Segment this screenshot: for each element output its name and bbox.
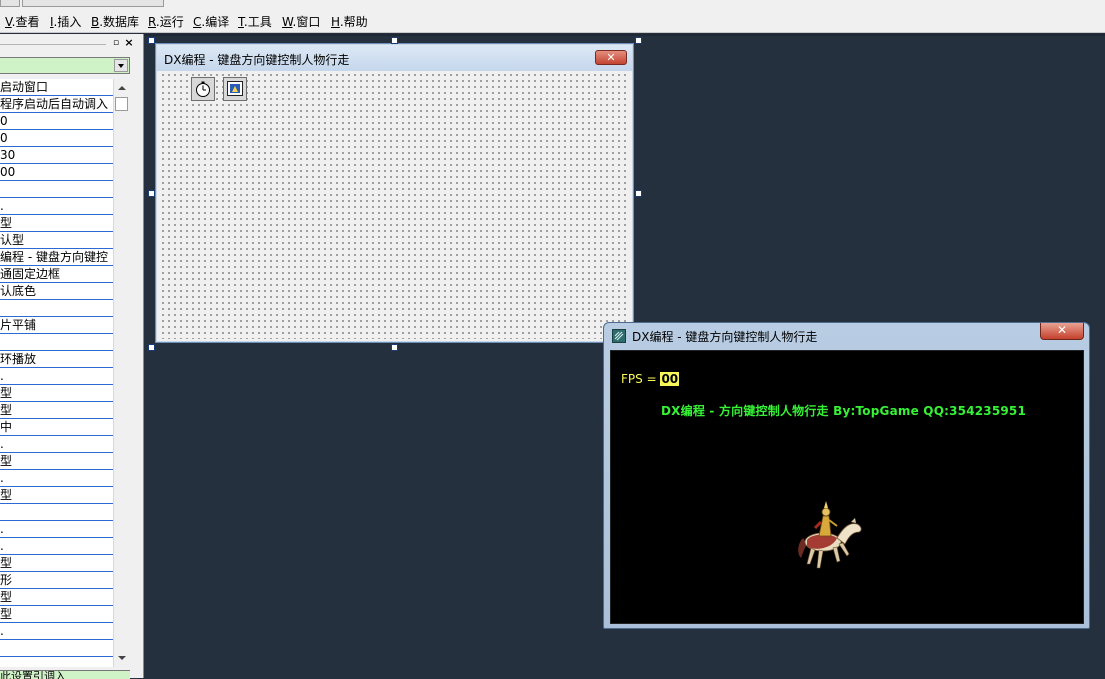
property-row[interactable]: 型 (0, 215, 113, 232)
resize-handle[interactable] (148, 190, 155, 197)
object-selector-combo[interactable] (0, 57, 130, 74)
property-row[interactable] (0, 504, 113, 521)
menu-run-label: .运行 (155, 15, 184, 29)
resize-handle[interactable] (391, 37, 398, 44)
scroll-down-icon[interactable] (116, 651, 128, 665)
fps-counter: FPS = 00 (621, 372, 680, 386)
panel-splitter[interactable] (138, 34, 144, 678)
timer-component-icon[interactable] (191, 77, 215, 101)
dx-window-close-button[interactable]: ✕ (1040, 323, 1084, 340)
property-row[interactable]: 30 (0, 147, 113, 164)
resize-handle[interactable] (148, 37, 155, 44)
property-row[interactable]: 型 (0, 453, 113, 470)
menu-compile[interactable]: C.编译 (193, 13, 229, 30)
property-row[interactable]: . (0, 470, 113, 487)
property-row[interactable]: 环播放 (0, 351, 113, 368)
property-row[interactable]: 启动窗口 (0, 79, 113, 96)
menu-window-accel: W (282, 15, 293, 29)
design-form-titlebar: DX编程 - 键盘方向键控制人物行走 ✕ (157, 45, 632, 71)
resize-handle[interactable] (635, 37, 642, 44)
property-panel: ▫ × 启动窗口 程序启动后自动调入 0 0 30 00. 型认型 编程 - 键盘方向键控 通固… (0, 34, 138, 679)
resize-handle[interactable] (148, 344, 155, 351)
menu-database[interactable]: B.数据库 (91, 13, 139, 30)
close-icon[interactable]: × (124, 37, 134, 48)
property-row[interactable] (0, 640, 113, 657)
menu-view[interactable]: V.查看 (5, 13, 40, 30)
property-row[interactable] (0, 334, 113, 351)
dx-render-canvas[interactable]: FPS = 00 DX编程 - 方向键控制人物行走 By:TopGame QQ:… (610, 350, 1084, 624)
menu-database-accel: B (91, 15, 100, 29)
pin-icon[interactable]: ▫ (111, 38, 121, 48)
resize-handle[interactable] (391, 344, 398, 351)
menu-view-label: .查看 (11, 15, 40, 29)
toolbar-fragment (22, 0, 164, 7)
resize-handle[interactable] (635, 190, 642, 197)
toolbar-fragment (0, 0, 20, 7)
property-panel-header: ▫ × (0, 36, 138, 50)
menu-run[interactable]: R.运行 (148, 13, 184, 30)
property-row[interactable]: 型 (0, 402, 113, 419)
fps-label: FPS = (621, 372, 661, 386)
menu-tools-label: .工具 (243, 15, 272, 29)
toolbar-strip (0, 0, 1105, 8)
property-list[interactable]: 启动窗口 程序启动后自动调入 0 0 30 00. 型认型 编程 - 键盘方向键控 通固定边框认… (0, 79, 113, 667)
dx-window-title: DX编程 - 键盘方向键控制人物行走 (632, 330, 818, 344)
menu-window-label: .窗口 (292, 15, 321, 29)
design-form-close-button[interactable]: ✕ (595, 50, 627, 65)
property-row[interactable]: 型 (0, 385, 113, 402)
menu-insert[interactable]: I.插入 (50, 13, 81, 30)
property-row[interactable]: . (0, 368, 113, 385)
property-row[interactable]: 通固定边框 (0, 266, 113, 283)
property-row[interactable]: 型 (0, 606, 113, 623)
menu-view-accel: V (5, 15, 12, 29)
menu-help-accel: H (331, 15, 340, 29)
menu-bar: V.查看 I.插入 B.数据库 R.运行 C.编译 T.工具 W.窗口 H.帮助 (0, 8, 1105, 33)
design-form-title: DX编程 - 键盘方向键控制人物行走 (164, 53, 350, 67)
property-row[interactable]: 认型 (0, 232, 113, 249)
chevron-down-icon[interactable] (114, 59, 128, 72)
property-row[interactable]: . (0, 521, 113, 538)
property-row[interactable]: 0 (0, 130, 113, 147)
design-form-grid[interactable] (159, 71, 630, 339)
property-row[interactable]: . (0, 538, 113, 555)
property-row[interactable]: . (0, 623, 113, 640)
workspace-edge (144, 34, 1105, 36)
property-row[interactable]: . (0, 198, 113, 215)
menu-help[interactable]: H.帮助 (331, 13, 368, 30)
property-row[interactable]: 形 (0, 572, 113, 589)
dx-preview-window[interactable]: DX编程 - 键盘方向键控制人物行走 ✕ FPS = 00 DX编程 - 方向键… (603, 322, 1090, 629)
menu-compile-label: .编译 (201, 15, 230, 29)
dx-caption-text: DX编程 - 方向键控制人物行走 By:TopGame QQ:354235951 (661, 404, 1027, 418)
menu-database-label: .数据库 (99, 15, 140, 29)
property-row[interactable] (0, 181, 113, 198)
menu-help-label: .帮助 (339, 15, 368, 29)
panel-grip (0, 44, 106, 45)
menu-run-accel: R (148, 15, 156, 29)
property-row[interactable]: 型 (0, 555, 113, 572)
property-row[interactable]: 型 (0, 487, 113, 504)
design-form[interactable]: DX编程 - 键盘方向键控制人物行走 ✕ (155, 43, 634, 343)
property-row[interactable]: 中 (0, 419, 113, 436)
property-row[interactable] (0, 300, 113, 317)
property-row[interactable]: 型 (0, 589, 113, 606)
menu-insert-label: .插入 (53, 15, 82, 29)
menu-tools[interactable]: T.工具 (238, 13, 272, 30)
scroll-thumb[interactable] (115, 97, 128, 111)
property-row[interactable]: 片平铺 (0, 317, 113, 334)
property-row[interactable]: 程序启动后自动调入 (0, 96, 113, 113)
horse-rider-sprite (798, 501, 862, 569)
property-row[interactable]: 00 (0, 164, 113, 181)
app-icon (612, 329, 626, 343)
property-row[interactable]: 认底色 (0, 283, 113, 300)
property-scrollbar[interactable] (113, 79, 130, 667)
property-row[interactable]: . (0, 436, 113, 453)
property-row[interactable]: 编程 - 键盘方向键控 (0, 249, 113, 266)
scroll-up-icon[interactable] (116, 81, 128, 95)
property-row[interactable]: 0 (0, 113, 113, 130)
fps-value: 00 (660, 372, 680, 386)
menu-window[interactable]: W.窗口 (282, 13, 320, 30)
dx-screen-component-icon[interactable] (223, 77, 247, 101)
